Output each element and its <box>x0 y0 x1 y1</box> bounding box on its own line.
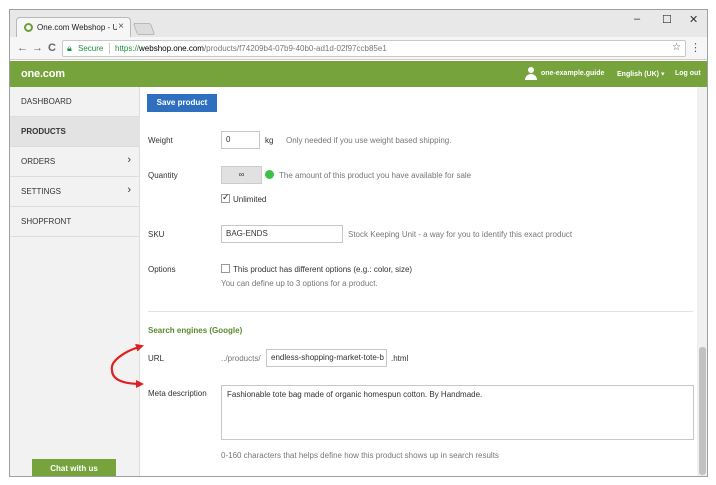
weight-input[interactable]: 0 <box>221 131 260 149</box>
quantity-hint: The amount of this product you have avai… <box>279 171 472 180</box>
chat-button[interactable]: Chat with us <box>32 459 116 476</box>
sidebar-item-orders[interactable]: ORDERS › <box>10 147 140 177</box>
url-path: /products/f74209b4-07b9-40b0-ad1d-02f97c… <box>203 44 387 53</box>
section-divider <box>148 311 693 312</box>
user-icon <box>525 67 537 81</box>
lock-icon: 🔒︎ <box>67 43 72 53</box>
meta-description-hint: 0-160 characters that helps define how t… <box>221 451 499 460</box>
secure-label: Secure <box>78 44 104 53</box>
sidebar-item-settings[interactable]: SETTINGS › <box>10 177 140 207</box>
seo-section-title: Search engines (Google) <box>148 326 243 335</box>
tab-title: One.com Webshop - Up <box>37 23 117 32</box>
weight-unit: kg <box>265 136 274 145</box>
forward-icon[interactable]: → <box>32 42 43 54</box>
sidebar-item-label: ORDERS <box>21 157 56 166</box>
sku-hint: Stock Keeping Unit - a way for you to id… <box>348 230 573 239</box>
sidebar-item-products[interactable]: PRODUCTS <box>10 117 140 147</box>
chevron-right-icon: › <box>127 184 131 196</box>
stock-status-icon <box>265 170 274 179</box>
url-scheme: https:// <box>115 44 140 53</box>
sidebar-item-label: PRODUCTS <box>21 127 66 136</box>
url-label: URL <box>148 354 165 363</box>
url-prefix: ../products/ <box>221 354 261 363</box>
browser-tab[interactable]: One.com Webshop - Up × <box>16 17 131 37</box>
new-tab-button[interactable] <box>132 23 156 35</box>
scrollbar-thumb[interactable] <box>699 347 706 475</box>
url-suffix: .html <box>391 354 409 363</box>
sidebar-item-label: DASHBOARD <box>21 97 72 106</box>
product-form: Save product Weight 0 kg Only needed if … <box>141 87 696 476</box>
user-account-link[interactable]: one-example.guide <box>541 70 604 77</box>
sidebar-item-dashboard[interactable]: DASHBOARD <box>10 87 140 117</box>
url-host: webshop.one.com <box>139 44 204 53</box>
weight-hint: Only needed if you use weight based ship… <box>286 136 452 145</box>
tab-strip: One.com Webshop - Up × – ☐ ✕ <box>10 10 707 37</box>
sidebar-item-label: SETTINGS <box>21 187 62 196</box>
unlimited-checkbox[interactable] <box>221 192 230 203</box>
url-slug-input[interactable]: endless-shopping-market-tote-b <box>266 349 387 367</box>
back-icon[interactable]: ← <box>17 42 28 54</box>
maximize-icon[interactable]: ☐ <box>662 13 672 26</box>
address-separator <box>109 43 110 54</box>
sku-input[interactable]: BAG-ENDS <box>221 225 343 243</box>
meta-description-label: Meta description <box>148 389 207 398</box>
app-header: one.com one-example.guide English (UK) ▾… <box>10 61 707 87</box>
options-checkbox-label: This product has different options (e.g.… <box>233 265 413 274</box>
logo[interactable]: one.com <box>21 68 65 80</box>
scrollbar[interactable] <box>697 87 707 476</box>
save-product-button[interactable]: Save product <box>147 94 217 112</box>
favicon-icon <box>24 23 33 32</box>
browser-window: One.com Webshop - Up × – ☐ ✕ ← → C 🔒︎ Se… <box>9 9 708 477</box>
browser-toolbar: ← → C 🔒︎ Secure https://webshop.one.com/… <box>10 37 707 60</box>
sku-label: SKU <box>148 230 165 239</box>
sidebar: DASHBOARD PRODUCTS ORDERS › SETTINGS › S… <box>10 87 140 476</box>
meta-description-input[interactable]: Fashionable tote bag made of organic hom… <box>221 385 694 440</box>
language-selector[interactable]: English (UK) ▾ <box>617 70 664 78</box>
quantity-input[interactable]: ∞ <box>221 166 262 184</box>
quantity-label: Quantity <box>148 171 178 180</box>
address-bar[interactable]: 🔒︎ Secure https://webshop.one.com/produc… <box>62 40 686 57</box>
browser-menu-icon[interactable]: ⋮ <box>690 41 701 54</box>
url-text: https://webshop.one.com/products/f74209b… <box>115 44 387 53</box>
options-hint: You can define up to 3 options for a pro… <box>221 279 378 288</box>
sidebar-item-label: SHOPFRONT <box>21 217 72 226</box>
logout-link[interactable]: Log out <box>675 70 701 77</box>
options-checkbox[interactable] <box>221 264 230 273</box>
weight-label: Weight <box>148 136 173 145</box>
chevron-right-icon: › <box>127 154 131 166</box>
window-close-icon[interactable]: ✕ <box>689 13 698 26</box>
unlimited-label: Unlimited <box>233 195 267 204</box>
sidebar-item-shopfront[interactable]: SHOPFRONT <box>10 207 140 237</box>
reload-icon[interactable]: C <box>48 42 56 54</box>
minimize-icon[interactable]: – <box>634 13 640 25</box>
tab-close-icon[interactable]: × <box>118 21 124 32</box>
options-label: Options <box>148 265 176 274</box>
bookmark-star-icon[interactable]: ☆ <box>672 42 681 53</box>
